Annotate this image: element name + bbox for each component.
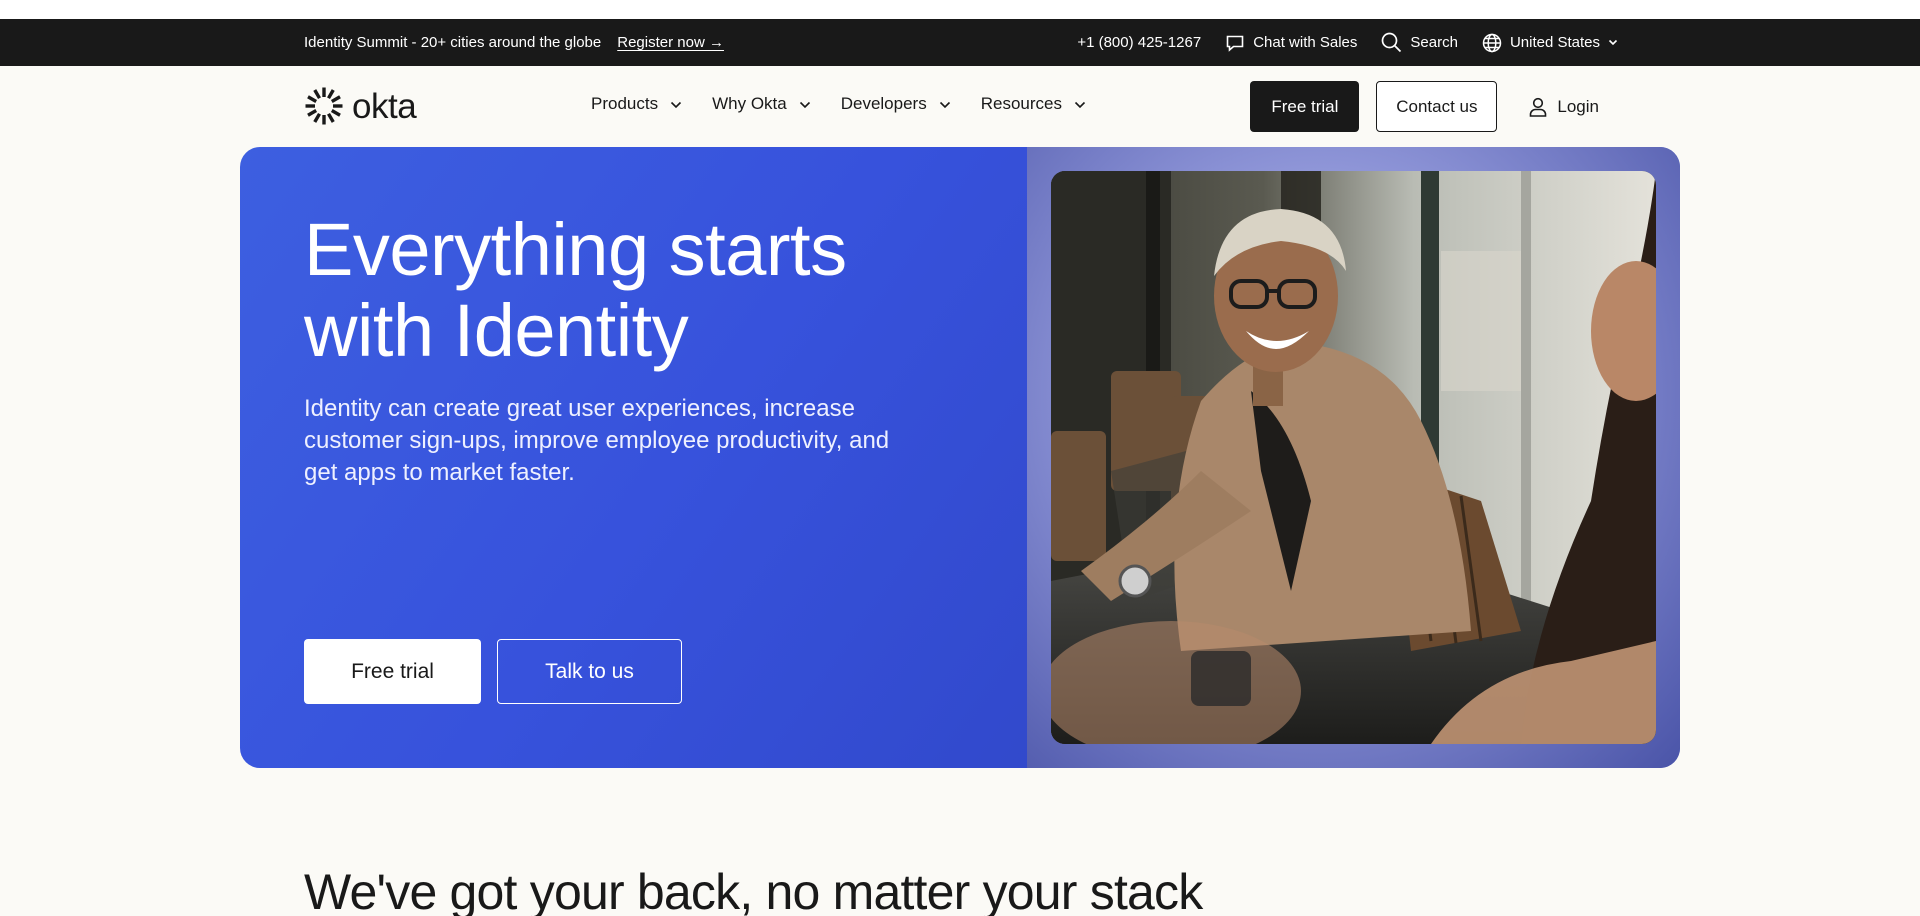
okta-logo[interactable]: okta [304, 86, 417, 126]
promo-left: Identity Summit - 20+ cities around the … [304, 19, 724, 66]
chat-icon [1226, 35, 1244, 52]
section-title: We've got your back, no matter your stac… [304, 864, 1203, 916]
chevron-down-icon [799, 101, 810, 108]
nav-resources[interactable]: Resources [981, 94, 1086, 114]
search-icon [1382, 32, 1402, 53]
chevron-down-icon [671, 101, 682, 108]
hero-photo [1051, 171, 1656, 744]
nav-resources-label: Resources [980, 93, 1062, 113]
chat-label: Chat with Sales [1253, 34, 1358, 51]
primary-nav-links: Products Why Okta Developers Resources [591, 66, 1116, 141]
nav-products[interactable]: Products [591, 94, 682, 114]
meeting-photo-illustration [1051, 171, 1656, 744]
chat-with-sales-link[interactable]: Chat with Sales [1225, 33, 1357, 53]
search-link[interactable]: Search [1381, 32, 1458, 53]
nav-products-label: Products [591, 93, 659, 113]
nav-why-okta-label: Why Okta [712, 93, 787, 113]
nav-why-okta[interactable]: Why Okta [712, 94, 811, 114]
login-link[interactable]: Login [1529, 97, 1599, 117]
chevron-down-icon [939, 101, 950, 108]
free-trial-button[interactable]: Free trial [1250, 81, 1360, 132]
utility-links: +1 (800) 425-1267 Chat with Sales Search… [1077, 19, 1618, 66]
phone-link[interactable]: +1 (800) 425-1267 [1077, 34, 1201, 51]
browser-top-strip [0, 0, 1920, 19]
hero-title: Everything starts with Identity [304, 208, 847, 372]
user-icon [1530, 97, 1547, 117]
hero-subtitle: Identity can create great user experienc… [304, 395, 890, 486]
talk-to-us-button[interactable]: Talk to us [497, 639, 682, 704]
nav-developers[interactable]: Developers [841, 94, 951, 114]
login-label: Login [1557, 96, 1599, 116]
hero-free-trial-button[interactable]: Free trial [304, 639, 481, 704]
promo-bar: Identity Summit - 20+ cities around the … [0, 19, 1920, 66]
phone-number: +1 (800) 425-1267 [1077, 34, 1202, 51]
region-selector[interactable]: United States [1482, 33, 1618, 53]
promo-text: Identity Summit - 20+ cities around the … [304, 34, 602, 51]
contact-us-button[interactable]: Contact us [1376, 81, 1498, 132]
nav-developers-label: Developers [840, 93, 927, 113]
nav-actions: Free trial Contact us Login [1250, 81, 1599, 132]
register-link[interactable]: Register now → [617, 34, 724, 51]
hero-banner: Everything starts with Identity Identity… [240, 147, 1680, 768]
logo-wordmark: okta [352, 86, 417, 126]
chevron-down-icon [1074, 101, 1086, 108]
chevron-down-icon [1608, 39, 1618, 46]
search-label: Search [1410, 34, 1458, 51]
globe-icon [1482, 33, 1502, 52]
main-nav: okta Products Why Okta Developers Resour… [0, 66, 1920, 147]
region-label: United States [1509, 34, 1600, 51]
okta-sunburst-icon [305, 87, 343, 125]
